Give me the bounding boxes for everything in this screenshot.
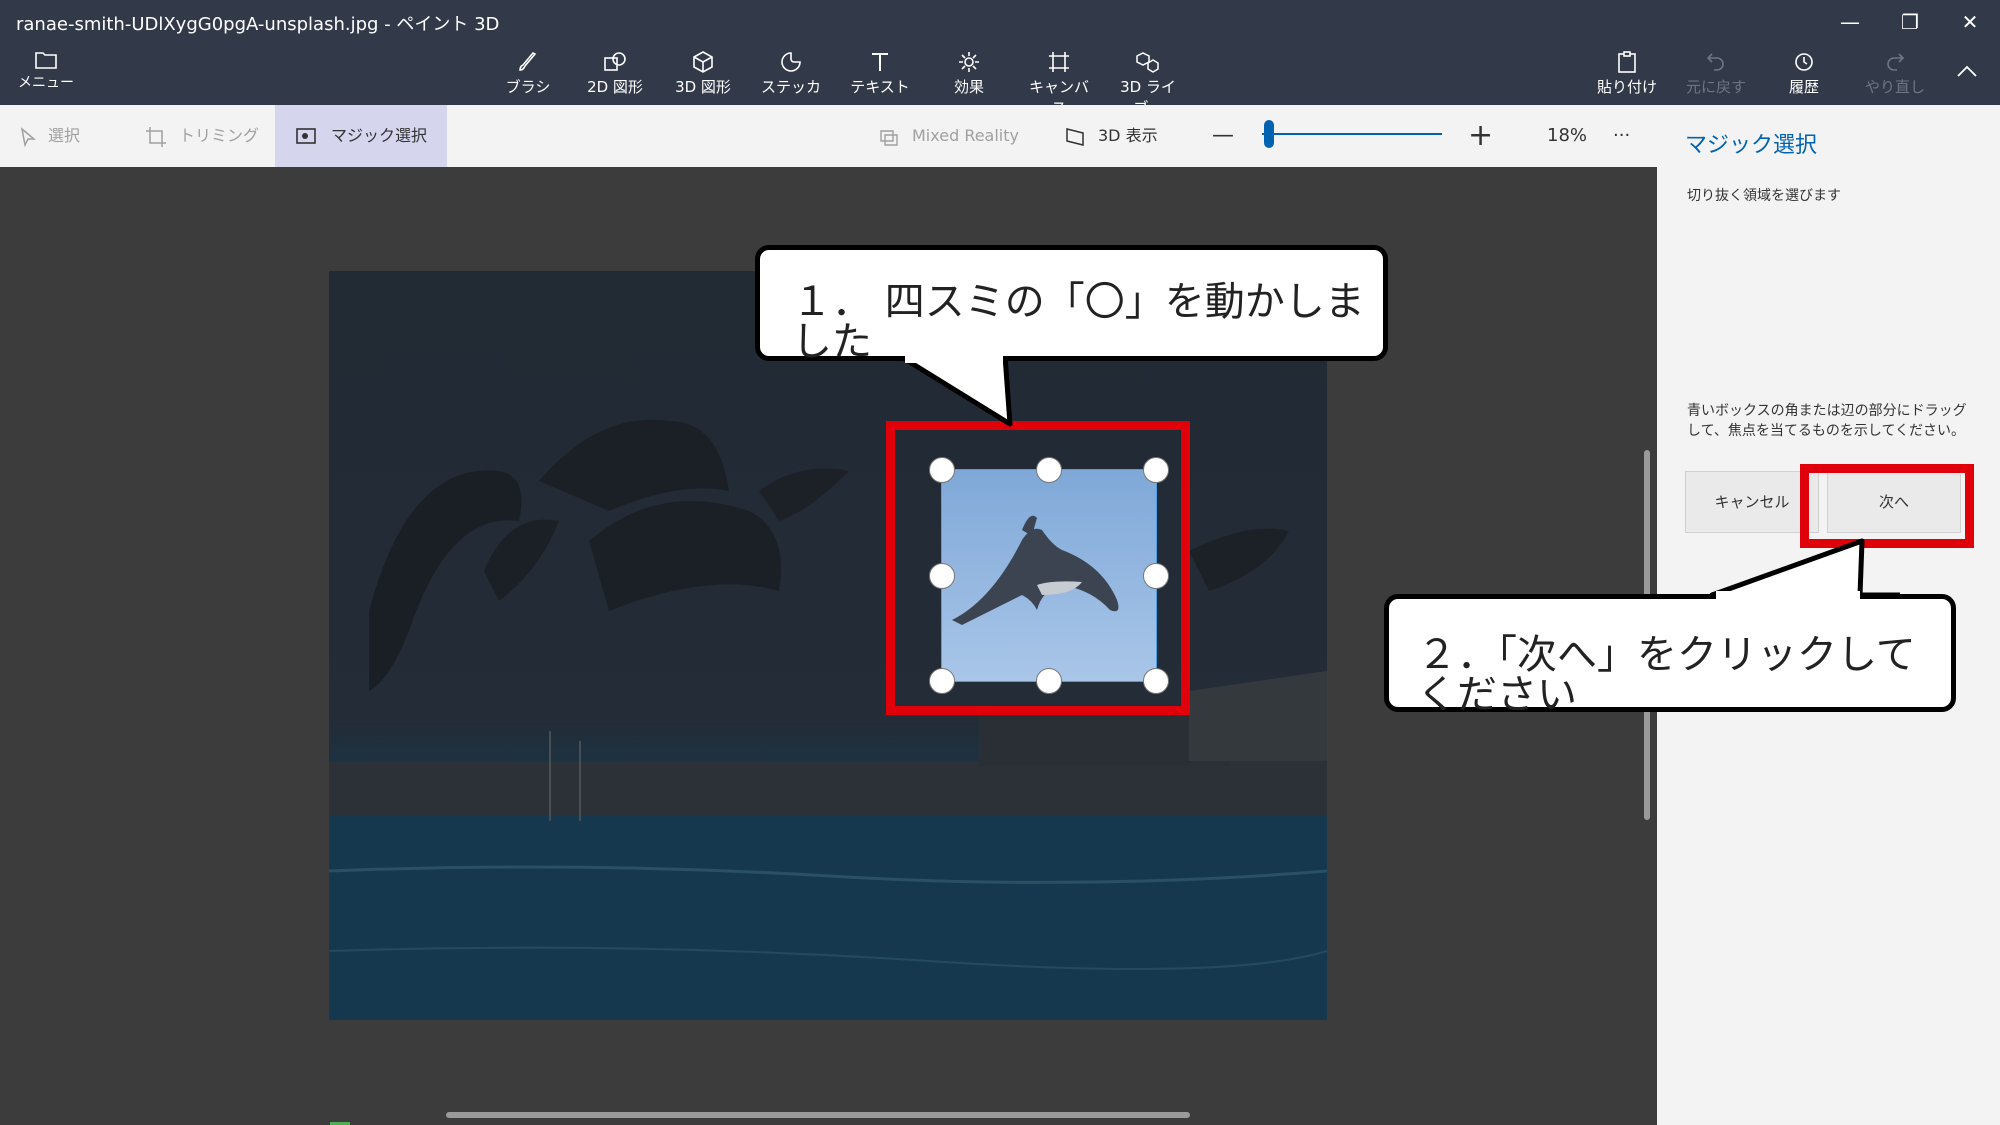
callout-step-1-text: １． 四スミの「〇」を動かしました: [792, 279, 1365, 365]
callout-step-1: １． 四スミの「〇」を動かしました: [755, 245, 1388, 362]
callout-step-2: ２．「次へ」をクリックしてください: [1384, 594, 1956, 715]
callout-1-joint: [905, 353, 1003, 363]
callout-2-joint: [1716, 591, 1860, 601]
callout-pointers: [897, 353, 1900, 598]
callout-step-2-text: ２．「次へ」をクリックしてください: [1417, 632, 1916, 718]
